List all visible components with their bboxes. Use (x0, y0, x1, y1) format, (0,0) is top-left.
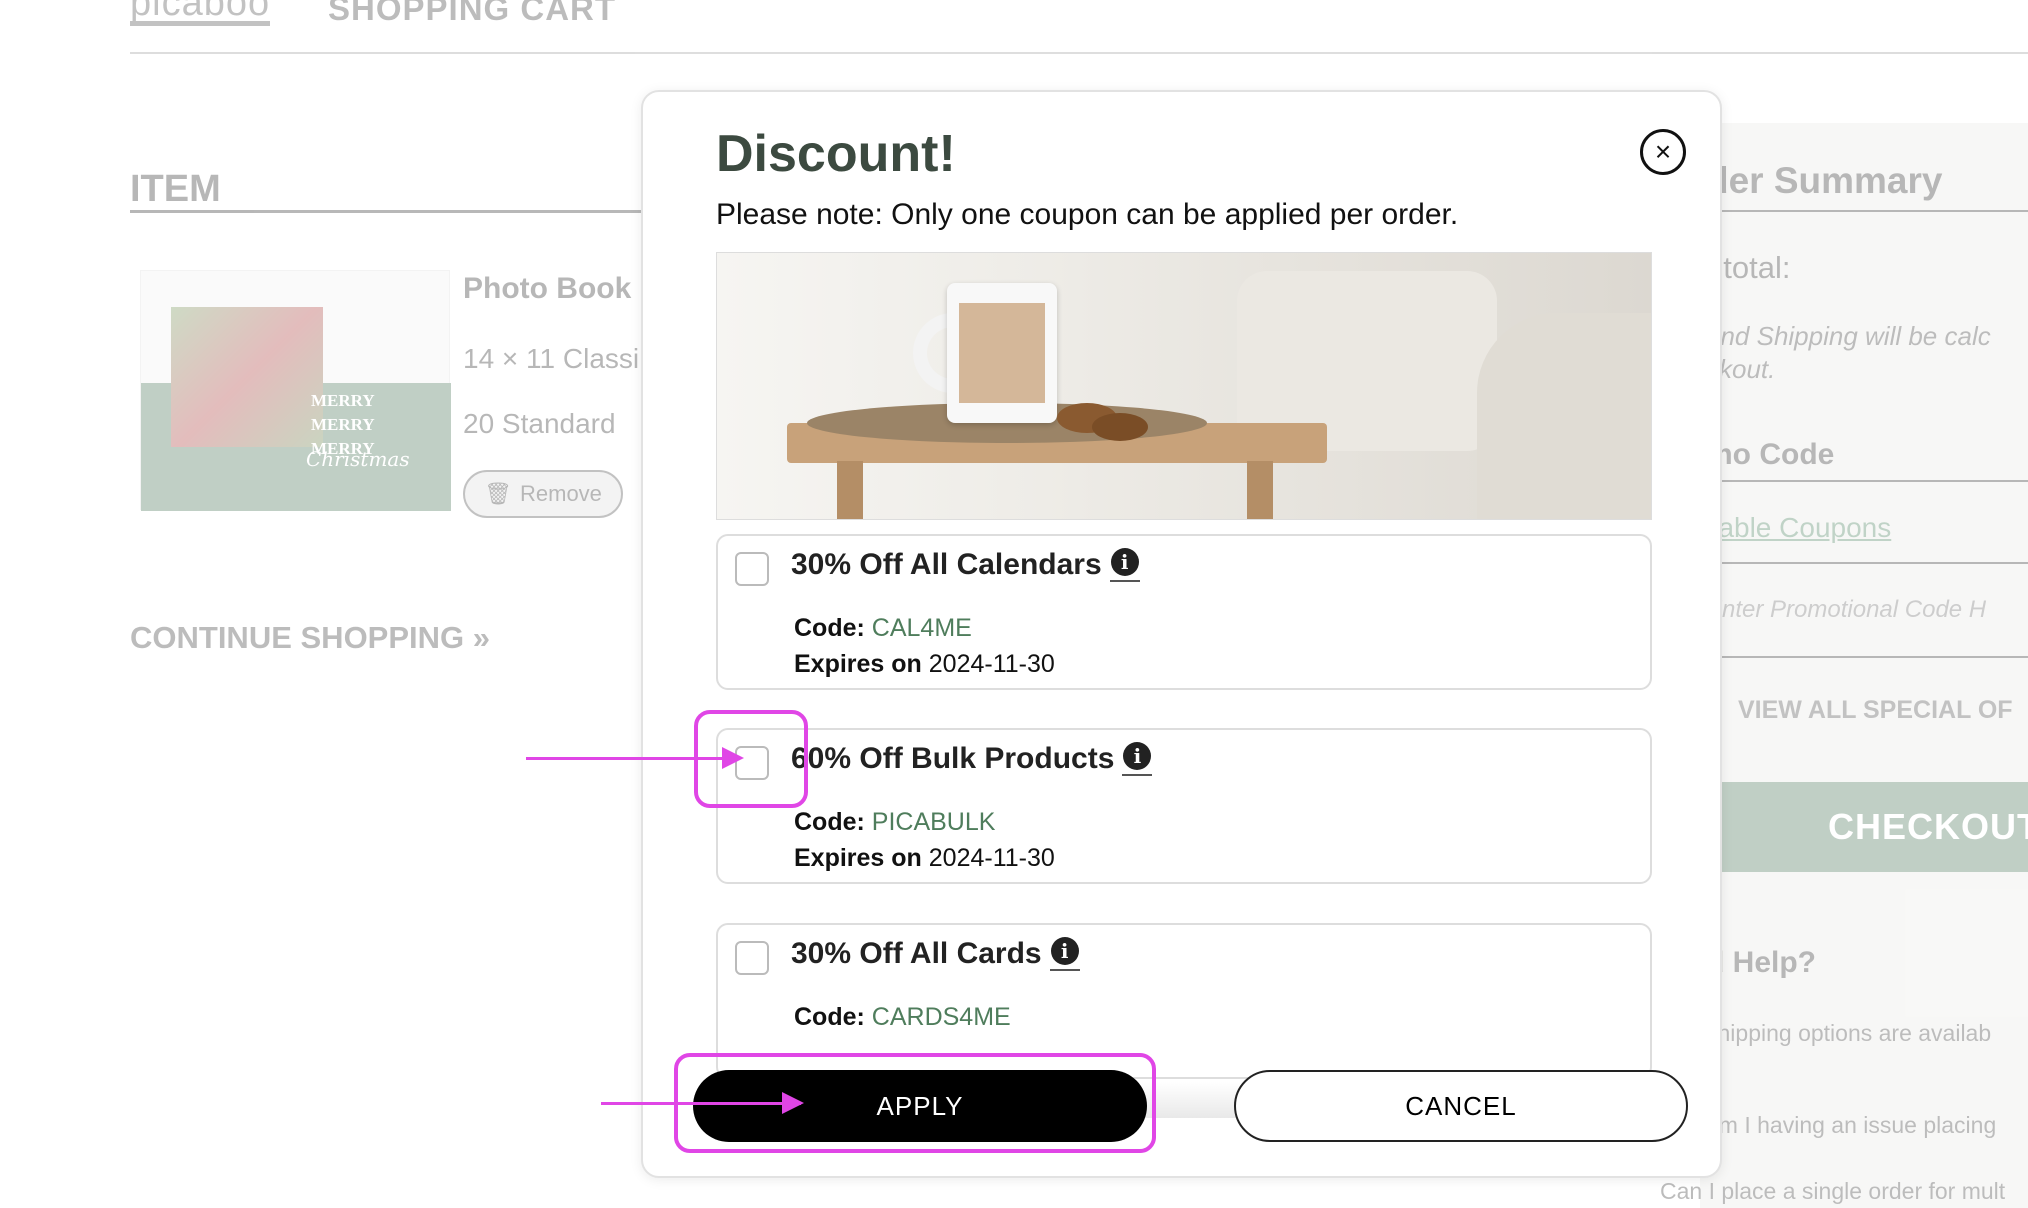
tax-shipping-note: and Shipping will be calc ckout. (1706, 320, 2028, 386)
picaboo-logo[interactable]: picaboo (130, 0, 271, 26)
order-summary-title: der Summary (1706, 160, 1943, 201)
product-thumbnail[interactable]: MERRY MERRY MERRY Christmas (140, 270, 451, 511)
info-icon[interactable]: i (1109, 548, 1140, 582)
product-pages: 20 Standard (463, 408, 616, 439)
promo-code-input[interactable]: Enter Promotional Code H (1706, 596, 1986, 624)
modal-title: Discount! (716, 125, 956, 183)
expires-value: 2024-11-30 (928, 650, 1055, 678)
coupon-code: Code: CARDS4ME (794, 1003, 1011, 1032)
code-value: CAL4ME (871, 614, 972, 642)
promo-banner-image (716, 252, 1652, 520)
discount-modal: Discount! × Please note: Only one coupon… (641, 90, 1722, 1178)
expires-value: 2024-11-30 (928, 844, 1055, 872)
coupon-card[interactable]: 60% Off Bulk Products i Code: PICABULK E… (716, 728, 1652, 884)
code-label: Code: (794, 1003, 865, 1031)
continue-label: CONTINUE SHOPPING (130, 620, 465, 655)
summary-divider (1706, 562, 2028, 564)
faq-link[interactable]: shipping options are availab ? (1706, 1018, 1991, 1078)
banner-table-leg (1247, 461, 1273, 519)
cancel-button[interactable]: CANCEL (1234, 1070, 1688, 1142)
item-header-divider (130, 210, 690, 213)
double-chevron-right-icon: » (472, 620, 491, 655)
item-column-header: ITEM (130, 168, 221, 210)
faq-link[interactable]: Can I place a single order for mult (1660, 1178, 2005, 1205)
coupon-card[interactable]: 30% Off All Calendars i Code: CAL4ME Exp… (716, 534, 1652, 690)
arrow-right-icon (782, 1092, 804, 1114)
arrow-line (601, 1102, 801, 1105)
thumbnail-photo (171, 307, 323, 447)
remove-label: Remove (520, 481, 602, 506)
info-icon[interactable]: i (1049, 937, 1080, 971)
banner-dried-orange (1092, 413, 1148, 441)
banner-table-leg (837, 461, 863, 519)
thumb-line: MERRY (311, 391, 375, 410)
coupon-note: Please note: Only one coupon can be appl… (716, 198, 1459, 231)
coupon-checkbox[interactable] (735, 941, 769, 975)
code-label: Code: (794, 614, 865, 642)
code-value: PICABULK (871, 808, 996, 836)
tax-note-line: and Shipping will be calc (1706, 321, 1991, 351)
coupon-title-text: 30% Off All Cards (791, 937, 1042, 970)
coupon-expiry: Expires on 2024-11-30 (794, 844, 1055, 873)
thumbnail-script: Christmas (306, 447, 410, 471)
continue-shopping-link[interactable]: CONTINUE SHOPPING » (130, 620, 490, 656)
promo-code-title: mo Code (1706, 438, 1835, 471)
coupon-title: 30% Off All Calendars i (791, 548, 1140, 582)
view-all-specials-link[interactable]: VIEW ALL SPECIAL OF (1738, 696, 2013, 725)
coupon-title-text: 60% Off Bulk Products (791, 742, 1115, 775)
page-title: SHOPPING CART (328, 0, 617, 27)
coupon-checkbox[interactable] (735, 552, 769, 586)
close-icon[interactable]: × (1640, 129, 1686, 175)
header-divider (130, 52, 2028, 54)
code-value: CARDS4ME (871, 1003, 1011, 1031)
coupon-code: Code: CAL4ME (794, 614, 972, 643)
summary-divider (1706, 480, 2028, 482)
summary-divider (1706, 210, 2028, 212)
mug-photo (959, 303, 1045, 403)
product-size: 14 × 11 Classi (463, 343, 640, 374)
coupon-title: 60% Off Bulk Products i (791, 742, 1153, 776)
faq-line: shipping options are availab (1706, 1020, 1992, 1046)
faq-link[interactable]: am I having an issue placing (1706, 1112, 1996, 1139)
trash-icon: 🗑 (484, 481, 512, 506)
code-label: Code: (794, 808, 865, 836)
checkout-button[interactable]: CHECKOUT (1722, 782, 2028, 872)
remove-button[interactable]: 🗑 Remove (463, 470, 623, 518)
need-help-title: d Help? (1706, 946, 1816, 979)
coupon-list[interactable]: 30% Off All Calendars i Code: CAL4ME Exp… (716, 534, 1652, 1118)
coupon-expiry: Expires on 2024-11-30 (794, 650, 1055, 679)
arrow-line (526, 757, 726, 760)
thumb-line: MERRY (311, 415, 375, 434)
summary-divider (1706, 656, 2028, 658)
product-name[interactable]: Photo Book (463, 272, 631, 306)
arrow-right-icon (722, 747, 744, 769)
expires-label: Expires on (794, 844, 922, 872)
available-coupons-link[interactable]: ilable Coupons (1706, 512, 1891, 544)
coupon-title: 30% Off All Cards i (791, 937, 1080, 971)
banner-mug (947, 283, 1057, 423)
faq-line: ? (1706, 1048, 1991, 1078)
tax-note-line: ckout. (1706, 354, 1776, 384)
info-icon[interactable]: i (1122, 742, 1153, 776)
coupon-code: Code: PICABULK (794, 808, 995, 837)
expires-label: Expires on (794, 650, 922, 678)
banner-blanket (1477, 313, 1651, 519)
coupon-title-text: 30% Off All Calendars (791, 548, 1102, 581)
